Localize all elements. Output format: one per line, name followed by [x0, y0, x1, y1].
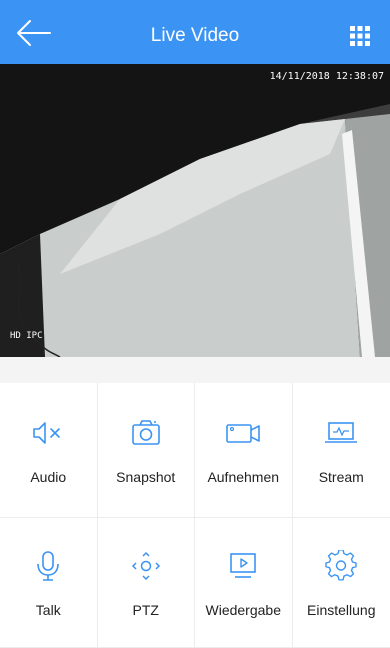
audio-button[interactable]: Audio: [0, 383, 98, 518]
playback-icon: [230, 553, 257, 578]
control-grid: Audio Snapshot Aufnehmen Stream Talk PTZ…: [0, 383, 390, 648]
playback-button[interactable]: Wiedergabe: [195, 518, 293, 648]
settings-button[interactable]: Einstellung: [292, 518, 390, 648]
speaker-muted-icon: [33, 422, 61, 444]
audio-label: Audio: [30, 469, 67, 485]
camera-icon: [131, 420, 160, 445]
grid-menu-icon[interactable]: [348, 24, 372, 48]
playback-label: Wiedergabe: [205, 602, 282, 618]
record-button[interactable]: Aufnehmen: [195, 383, 293, 518]
ptz-button[interactable]: PTZ: [97, 518, 195, 648]
settings-label: Einstellung: [307, 602, 376, 618]
video-frame: [0, 64, 390, 357]
gear-icon: [325, 550, 357, 581]
ptz-label: PTZ: [132, 602, 159, 618]
stream-label: Stream: [318, 469, 364, 485]
talk-label: Talk: [35, 602, 61, 618]
video-record-icon: [226, 424, 261, 443]
record-label: Aufnehmen: [207, 469, 280, 485]
snapshot-label: Snapshot: [116, 469, 176, 485]
microphone-icon: [37, 551, 60, 581]
snapshot-button[interactable]: Snapshot: [97, 383, 195, 518]
header-bar: Live Video: [0, 0, 390, 64]
laptop-stream-icon: [325, 422, 358, 443]
page-title: Live Video: [150, 25, 240, 46]
video-timestamp: 14/11/2018 12:38:07: [269, 71, 384, 82]
stream-button[interactable]: Stream: [292, 383, 390, 518]
talk-button[interactable]: Talk: [0, 518, 98, 648]
ptz-arrows-icon: [131, 551, 160, 581]
live-video-feed[interactable]: 14/11/2018 12:38:07 HD IPC: [0, 64, 390, 357]
section-divider: [0, 357, 390, 383]
video-overlay-label: HD IPC: [10, 331, 43, 341]
